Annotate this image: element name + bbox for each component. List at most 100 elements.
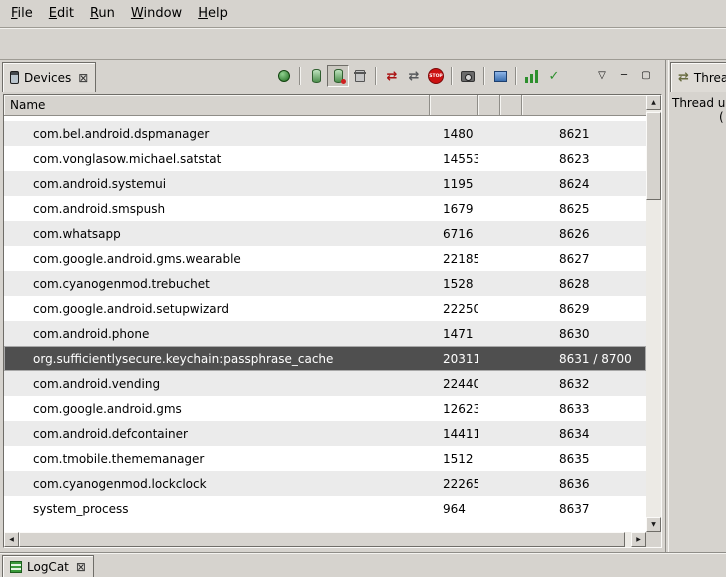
process-row[interactable]: com.google.android.gms.wearable 22185 86… <box>4 246 646 271</box>
scroll-left-button[interactable]: ◀ <box>4 532 19 547</box>
process-port-cell: 8621 <box>522 127 646 141</box>
threads-message-line1: Thread up <box>669 96 726 110</box>
logcat-bar: LogCat ⊠ <box>0 552 726 577</box>
dump-threads-button[interactable]: ⇄ <box>403 65 425 87</box>
update-threads-button[interactable]: ⇄ <box>381 65 403 87</box>
scroll-down-icon: ▼ <box>651 521 656 528</box>
scroll-down-button[interactable]: ▼ <box>646 517 661 532</box>
tab-devices-label: Devices <box>24 71 71 85</box>
close-icon[interactable]: ⊠ <box>76 561 86 573</box>
menu-window[interactable]: Window <box>124 2 191 25</box>
tab-devices[interactable]: Devices ⊠ <box>2 62 96 92</box>
process-row[interactable]: com.google.android.setupwizard 22250 862… <box>4 296 646 321</box>
sysinfo-button[interactable] <box>521 65 543 87</box>
process-pid-cell: 964 <box>430 502 478 516</box>
table-header: Name <box>4 95 646 116</box>
process-port-cell: 8633 <box>522 402 646 416</box>
scroll-left-icon: ◀ <box>9 536 14 543</box>
process-name-cell: org.sufficientlysecure.keychain:passphra… <box>4 352 430 366</box>
screen-capture-button[interactable] <box>457 65 479 87</box>
menu-edit[interactable]: Edit <box>42 2 83 25</box>
process-row[interactable]: com.android.systemui 1195 8624 <box>4 171 646 196</box>
scroll-right-button[interactable]: ▶ <box>631 532 646 547</box>
vertical-scroll-thumb[interactable] <box>646 112 661 200</box>
process-row[interactable]: com.android.vending 22440 8632 <box>4 371 646 396</box>
stop-process-button[interactable]: STOP <box>425 65 447 87</box>
view-hierarchy-button[interactable] <box>489 65 511 87</box>
process-pid-cell: 1195 <box>430 177 478 191</box>
threads-message: Thread up ( <box>669 96 726 124</box>
process-row[interactable]: com.android.phone 1471 8630 <box>4 321 646 346</box>
debug-process-button[interactable] <box>273 65 295 87</box>
process-pid-cell: 1512 <box>430 452 478 466</box>
minimize-button[interactable]: ─ <box>613 65 635 87</box>
process-row[interactable]: system_process 964 8637 <box>4 496 646 521</box>
process-port-cell: 8624 <box>522 177 646 191</box>
process-port-cell: 8623 <box>522 152 646 166</box>
close-icon[interactable]: ⊠ <box>78 72 88 84</box>
refresh-button[interactable]: ✓ <box>543 65 565 87</box>
column-header-blank1[interactable] <box>478 95 500 115</box>
toolbar-separator <box>483 67 485 85</box>
horizontal-scroll-thumb[interactable] <box>19 532 625 547</box>
scrollbar-corner <box>646 532 661 547</box>
process-row[interactable]: com.cyanogenmod.trebuchet 1528 8628 <box>4 271 646 296</box>
minimize-icon: ─ <box>621 71 627 81</box>
process-port-cell: 8625 <box>522 202 646 216</box>
process-row[interactable]: com.tmobile.thememanager 1512 8635 <box>4 446 646 471</box>
trash-icon <box>355 70 365 82</box>
column-header-port[interactable] <box>522 95 646 115</box>
process-pid-cell: 14411 <box>430 427 478 441</box>
threads-tab-icon: ⇄ <box>678 71 689 84</box>
process-port-cell: 8637 <box>522 502 646 516</box>
process-list: com.bel.android.dspmanager 1480 8621 com… <box>4 116 646 532</box>
view-menu-button[interactable]: ▽ <box>591 65 613 87</box>
process-name-cell: com.android.phone <box>4 327 430 341</box>
process-row[interactable]: com.cyanogenmod.lockclock 22265 8636 <box>4 471 646 496</box>
column-header-name[interactable]: Name <box>4 95 430 115</box>
dump-hprof-button[interactable] <box>327 65 349 87</box>
process-row[interactable]: com.android.defcontainer 14411 8634 <box>4 421 646 446</box>
process-name-cell: com.android.systemui <box>4 177 430 191</box>
process-name-cell: com.cyanogenmod.trebuchet <box>4 277 430 291</box>
process-row[interactable]: com.bel.android.dspmanager 1480 8621 <box>4 121 646 146</box>
main-toolbar-strip <box>0 27 726 60</box>
process-pid-cell: 14553 <box>430 152 478 166</box>
green-bars-icon <box>525 70 539 83</box>
menu-run[interactable]: Run <box>83 2 124 25</box>
process-port-cell: 8631 / 8700 <box>522 352 646 366</box>
device-icon <box>10 71 19 84</box>
process-name-cell: com.android.smspush <box>4 202 430 216</box>
update-heap-button[interactable] <box>305 65 327 87</box>
process-row[interactable]: com.google.android.gms 12623 8633 <box>4 396 646 421</box>
toolbar-separator <box>515 67 517 85</box>
tab-logcat[interactable]: LogCat ⊠ <box>2 555 94 577</box>
menu-bar: File Edit Run Window Help <box>0 0 726 27</box>
column-header-blank2[interactable] <box>500 95 522 115</box>
threads-panel: ⇄ Threads Thread up ( <box>669 60 726 552</box>
process-port-cell: 8635 <box>522 452 646 466</box>
process-port-cell: 8628 <box>522 277 646 291</box>
process-pid-cell: 12623 <box>430 402 478 416</box>
vertical-scrollbar[interactable]: ▲ ▼ <box>646 95 661 532</box>
cause-gc-button[interactable] <box>349 65 371 87</box>
process-row[interactable]: com.whatsapp 6716 8626 <box>4 221 646 246</box>
process-row[interactable]: com.android.smspush 1679 8625 <box>4 196 646 221</box>
menu-file[interactable]: File <box>4 2 42 25</box>
horizontal-scrollbar[interactable]: ◀ ▶ <box>4 532 646 547</box>
menu-help[interactable]: Help <box>191 2 237 25</box>
tab-threads[interactable]: ⇄ Threads <box>670 62 726 92</box>
toolbar-separator <box>375 67 377 85</box>
process-pid-cell: 1528 <box>430 277 478 291</box>
scroll-up-button[interactable]: ▲ <box>646 95 661 110</box>
process-pid-cell: 22265 <box>430 477 478 491</box>
process-pid-cell: 20311 <box>430 352 478 366</box>
process-name-cell: com.android.defcontainer <box>4 427 430 441</box>
process-row[interactable]: org.sufficientlysecure.keychain:passphra… <box>4 346 646 371</box>
tab-logcat-label: LogCat <box>27 560 69 574</box>
process-pid-cell: 6716 <box>430 227 478 241</box>
process-row[interactable]: com.vonglasow.michael.satstat 14553 8623 <box>4 146 646 171</box>
green-check-icon: ✓ <box>549 70 560 83</box>
column-header-pid[interactable] <box>430 95 478 115</box>
maximize-button[interactable]: ▢ <box>635 65 657 87</box>
